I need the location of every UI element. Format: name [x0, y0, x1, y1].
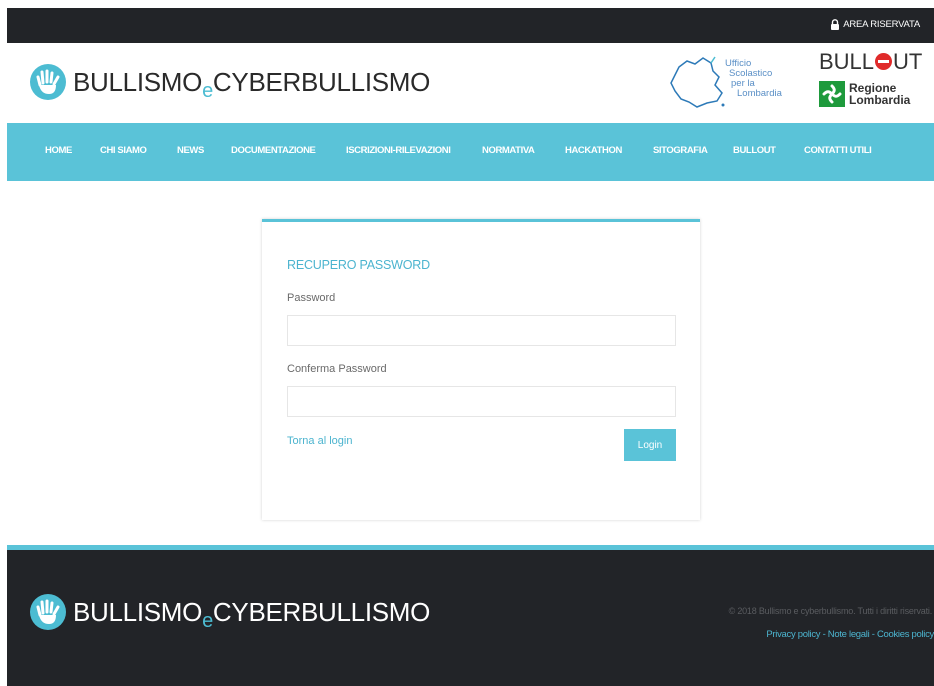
- lombardia-map-icon: [670, 56, 725, 108]
- bullout-stop-icon: [875, 53, 893, 70]
- bullout-right: UT: [893, 49, 923, 74]
- footer-logo-e: e: [202, 609, 213, 632]
- main-nav: HOME CHI SIAMO NEWS DOCUMENTAZIONE ISCRI…: [7, 123, 934, 181]
- nav-item-iscrizioni-rilevazioni[interactable]: ISCRIZIONI-RILEVAZIONI: [346, 145, 451, 156]
- header: BULLISMOeCYBERBULLISMO Ufficio Scolastic…: [7, 43, 934, 123]
- area-riservata-label: AREA RISERVATA: [843, 19, 920, 30]
- lock-icon: [831, 19, 840, 30]
- logo-part2: CYBERBULLISMO: [212, 66, 431, 97]
- nav-item-normativa[interactable]: NORMATIVA: [482, 145, 535, 156]
- footer: BULLISMOeCYBERBULLISMO © 2018 Bullismo e…: [7, 545, 934, 686]
- separator: -: [820, 629, 828, 640]
- logo-e: e: [202, 79, 213, 102]
- nav-item-chi-siamo[interactable]: CHI SIAMO: [100, 145, 147, 156]
- separator: -: [869, 629, 877, 640]
- hand-logo-icon: [30, 64, 66, 100]
- confirm-password-field[interactable]: [287, 386, 676, 417]
- bullout-left: BULL: [819, 49, 875, 74]
- footer-logo-text: BULLISMOeCYBERBULLISMO: [73, 596, 431, 632]
- regione-lombardia-logo[interactable]: Regione Lombardia: [819, 81, 910, 107]
- copyright-text: © 2018 Bullismo e cyberbullismo. Tutti i…: [728, 606, 933, 616]
- regione-logo-icon: [819, 81, 845, 107]
- note-legali-link[interactable]: Note legali: [828, 629, 870, 640]
- footer-logo-part2: CYBERBULLISMO: [212, 596, 431, 627]
- nav-item-bullout[interactable]: BULLOUT: [733, 145, 776, 156]
- logo-text: BULLISMOeCYBERBULLISMO: [73, 66, 431, 102]
- nav-item-home[interactable]: HOME: [45, 145, 72, 156]
- usr-text: Ufficio Scolastico per la Lombardia: [725, 59, 782, 99]
- card-title: RECUPERO PASSWORD: [287, 258, 430, 272]
- regione-text: Regione Lombardia: [849, 82, 910, 106]
- area-riservata-link[interactable]: AREA RISERVATA: [830, 19, 920, 30]
- bullout-logo[interactable]: BULL UT: [819, 49, 922, 75]
- footer-logo[interactable]: BULLISMOeCYBERBULLISMO: [29, 593, 431, 632]
- usr-lombardia-logo[interactable]: Ufficio Scolastico per la Lombardia: [667, 53, 797, 113]
- top-bar: AREA RISERVATA: [7, 8, 934, 43]
- nav-item-sitografia[interactable]: SITOGRAFIA: [653, 145, 708, 156]
- login-button[interactable]: Login: [624, 429, 676, 461]
- nav-item-contatti-utili[interactable]: CONTATTI UTILI: [804, 145, 872, 156]
- footer-logo-part1: BULLISMO: [73, 596, 203, 627]
- password-field[interactable]: [287, 315, 676, 346]
- logo-part1: BULLISMO: [73, 66, 203, 97]
- nav-item-documentazione[interactable]: DOCUMENTAZIONE: [231, 145, 316, 156]
- confirm-password-label: Conferma Password: [287, 363, 387, 375]
- back-to-login-link[interactable]: Torna al login: [287, 435, 352, 447]
- hand-logo-icon: [30, 594, 66, 630]
- password-recovery-card: RECUPERO PASSWORD Password Conferma Pass…: [262, 219, 700, 520]
- regione-line2: Lombardia: [849, 93, 911, 107]
- site-logo[interactable]: BULLISMOeCYBERBULLISMO: [29, 63, 431, 102]
- password-label: Password: [287, 292, 336, 304]
- nav-item-news[interactable]: NEWS: [177, 145, 204, 156]
- policy-links: Privacy policy - Note legali - Cookies p…: [766, 629, 934, 640]
- cookies-policy-link[interactable]: Cookies policy: [877, 629, 934, 640]
- privacy-policy-link[interactable]: Privacy policy: [766, 629, 820, 640]
- nav-item-hackathon[interactable]: HACKATHON: [565, 145, 622, 156]
- usr-line4: Lombardia: [737, 88, 782, 99]
